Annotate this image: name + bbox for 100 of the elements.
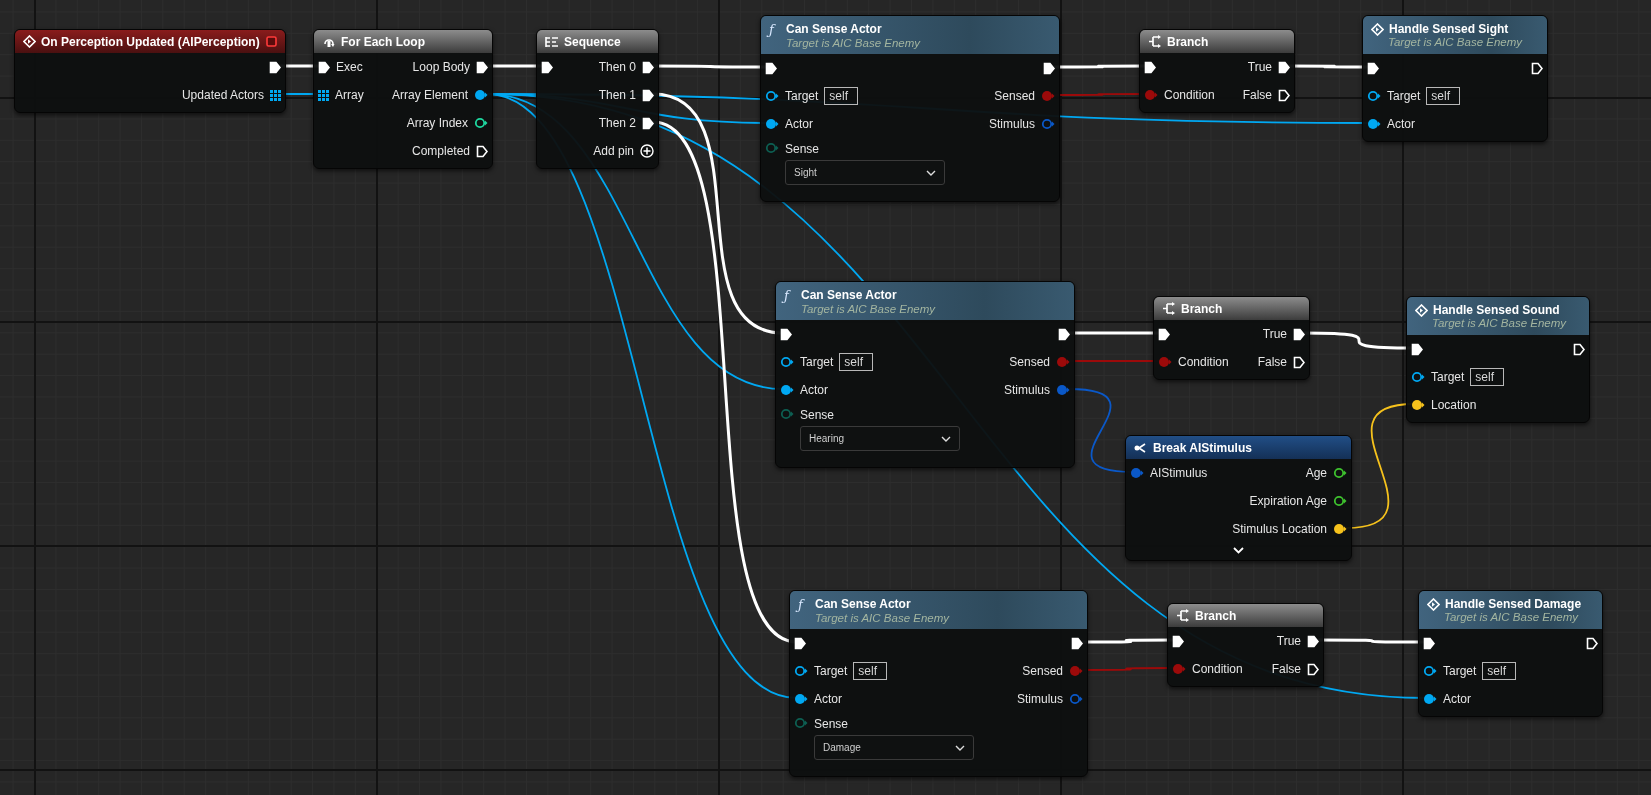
exec-pin-icon[interactable] xyxy=(1307,634,1319,648)
event-icon xyxy=(1427,597,1440,611)
pin-label: Actor xyxy=(800,383,828,397)
exec-pin-icon[interactable] xyxy=(1144,60,1156,74)
node-card[interactable]: Branch True Condition False xyxy=(1153,296,1310,380)
default-value-field[interactable]: self xyxy=(1470,368,1505,386)
exec-pin-icon[interactable] xyxy=(1411,342,1423,356)
pin-icon[interactable] xyxy=(765,118,779,130)
exec-pin-icon[interactable] xyxy=(476,60,488,74)
exec-pin-icon[interactable] xyxy=(642,116,654,130)
pin-label: Target xyxy=(1443,664,1477,678)
node-card[interactable]: For Each Loop Exec Loop Body Array Array Element Array Index Completed xyxy=(313,29,493,169)
node-card[interactable]: ƒ Can Sense Actor Target is AIC Base Enemy Target self Sensed Actor Stimulus Sense Hearing xyxy=(775,281,1075,468)
exec-pin-icon[interactable] xyxy=(1307,662,1319,676)
grid-pin-icon[interactable] xyxy=(318,89,329,101)
pin-label: Target xyxy=(1431,370,1465,384)
sense-dropdown[interactable]: Damage xyxy=(814,735,974,760)
pin-label: Array Index xyxy=(406,116,468,130)
node-card[interactable]: ƒ Can Sense Actor Target is AIC Base Enemy Target self Sensed Actor Stimulus Sense Damage xyxy=(789,590,1088,777)
exec-pin-icon[interactable] xyxy=(318,60,330,74)
exec-pin-icon[interactable] xyxy=(1058,327,1070,341)
pin-icon[interactable] xyxy=(1423,693,1437,705)
branch-icon xyxy=(1176,609,1190,622)
pin-label: Expiration Age xyxy=(1249,494,1327,508)
pin-label: Sense xyxy=(785,142,821,156)
exec-pin-icon[interactable] xyxy=(541,60,553,74)
node-card[interactable]: On Perception Updated (AIPerception) Updated Actors xyxy=(14,29,286,113)
pin-icon[interactable] xyxy=(794,693,808,705)
pin-label: Actor xyxy=(814,692,842,706)
exec-pin-icon[interactable] xyxy=(780,327,792,341)
node-title: Branch xyxy=(1181,301,1224,316)
chevron-down-icon[interactable] xyxy=(1233,546,1244,554)
exec-pin-icon[interactable] xyxy=(642,88,654,102)
default-value-field[interactable]: self xyxy=(853,662,888,680)
node-title: For Each Loop xyxy=(341,34,426,49)
exec-pin-icon[interactable] xyxy=(1573,342,1585,356)
exec-pin-icon[interactable] xyxy=(1367,61,1379,75)
pin-icon[interactable] xyxy=(1411,399,1425,411)
pin-icon[interactable] xyxy=(780,384,794,396)
node-card[interactable]: Handle Sensed Sound Target is AIC Base Enemy Target self Location xyxy=(1406,296,1590,423)
event-icon xyxy=(1371,22,1384,36)
pin-label: Stimulus Location xyxy=(1232,522,1327,536)
pin-icon[interactable] xyxy=(1333,495,1347,507)
default-value-field[interactable]: self xyxy=(824,87,859,105)
add-pin-icon[interactable] xyxy=(640,144,654,158)
pin-icon[interactable] xyxy=(780,356,794,368)
square-icon[interactable] xyxy=(266,36,277,47)
pin-label: Array Element xyxy=(391,88,468,102)
node-card[interactable]: ƒ Can Sense Actor Target is AIC Base Enemy Target self Sensed Actor Stimulus Sense Sight xyxy=(760,15,1060,202)
exec-pin-icon[interactable] xyxy=(1293,355,1305,369)
exec-pin-icon[interactable] xyxy=(1043,61,1055,75)
pin-icon[interactable] xyxy=(1423,665,1437,677)
pin-icon[interactable] xyxy=(1367,90,1381,102)
exec-pin-icon[interactable] xyxy=(1423,636,1435,650)
pin-label: Condition xyxy=(1178,355,1229,369)
pin-label: Sensed xyxy=(1009,355,1050,369)
exec-pin-icon[interactable] xyxy=(765,61,777,75)
default-value-field[interactable]: self xyxy=(1482,662,1517,680)
exec-pin-icon[interactable] xyxy=(1278,60,1290,74)
pin-icon[interactable] xyxy=(1411,371,1425,383)
event-icon xyxy=(1415,303,1428,317)
pin-label: Stimulus xyxy=(989,117,1035,131)
pin-icon[interactable] xyxy=(1333,467,1347,479)
pin-icon[interactable] xyxy=(765,90,779,102)
exec-pin-icon[interactable] xyxy=(1293,327,1305,341)
sense-dropdown[interactable]: Hearing xyxy=(800,426,960,451)
exec-pin-icon[interactable] xyxy=(476,144,488,158)
pin-label: True xyxy=(1276,634,1301,648)
pin-label: Exec xyxy=(336,60,363,74)
exec-pin-icon[interactable] xyxy=(1172,634,1184,648)
node-card[interactable]: Branch True Condition False xyxy=(1167,603,1324,687)
pin-label: Then 1 xyxy=(598,88,636,102)
pin-icon[interactable] xyxy=(794,665,808,677)
pin-icon[interactable] xyxy=(1367,118,1381,130)
node-subtitle: Target is AIC Base Enemy xyxy=(785,36,922,49)
pin-label: Loop Body xyxy=(412,60,470,74)
exec-pin-icon[interactable] xyxy=(1278,88,1290,102)
exec-pin-icon[interactable] xyxy=(642,60,654,74)
sense-dropdown[interactable]: Sight xyxy=(785,160,945,185)
exec-pin-icon[interactable] xyxy=(1158,327,1170,341)
pin-icon[interactable] xyxy=(474,89,488,101)
node-card[interactable]: Handle Sensed Sight Target is AIC Base Enemy Target self Actor xyxy=(1362,15,1548,142)
exec-pin-icon[interactable] xyxy=(1531,61,1543,75)
node-title: Can Sense Actor xyxy=(801,288,898,302)
exec-pin-icon[interactable] xyxy=(794,636,806,650)
node-card[interactable]: Break AIStimulus AIStimulus Age Expiration Age Stimulus Location xyxy=(1125,435,1352,561)
node-card[interactable]: Sequence Then 0 Then 1 Then 2 Add pin xyxy=(536,29,659,169)
exec-pin-icon[interactable] xyxy=(1071,636,1083,650)
default-value-field[interactable]: self xyxy=(839,353,874,371)
exec-pin-icon[interactable] xyxy=(1586,636,1598,650)
pin-label: Actor xyxy=(1443,692,1471,706)
grid-pin-icon[interactable] xyxy=(270,89,281,101)
node-card[interactable]: Handle Sensed Damage Target is AIC Base Enemy Target self Actor xyxy=(1418,590,1603,717)
exec-pin-icon[interactable] xyxy=(269,60,281,74)
pin-icon[interactable] xyxy=(1333,523,1347,535)
pin-label: Actor xyxy=(785,117,813,131)
pin-label: False xyxy=(1271,662,1301,676)
pin-icon[interactable] xyxy=(474,117,488,129)
node-card[interactable]: Branch True Condition False xyxy=(1139,29,1295,113)
default-value-field[interactable]: self xyxy=(1426,87,1461,105)
